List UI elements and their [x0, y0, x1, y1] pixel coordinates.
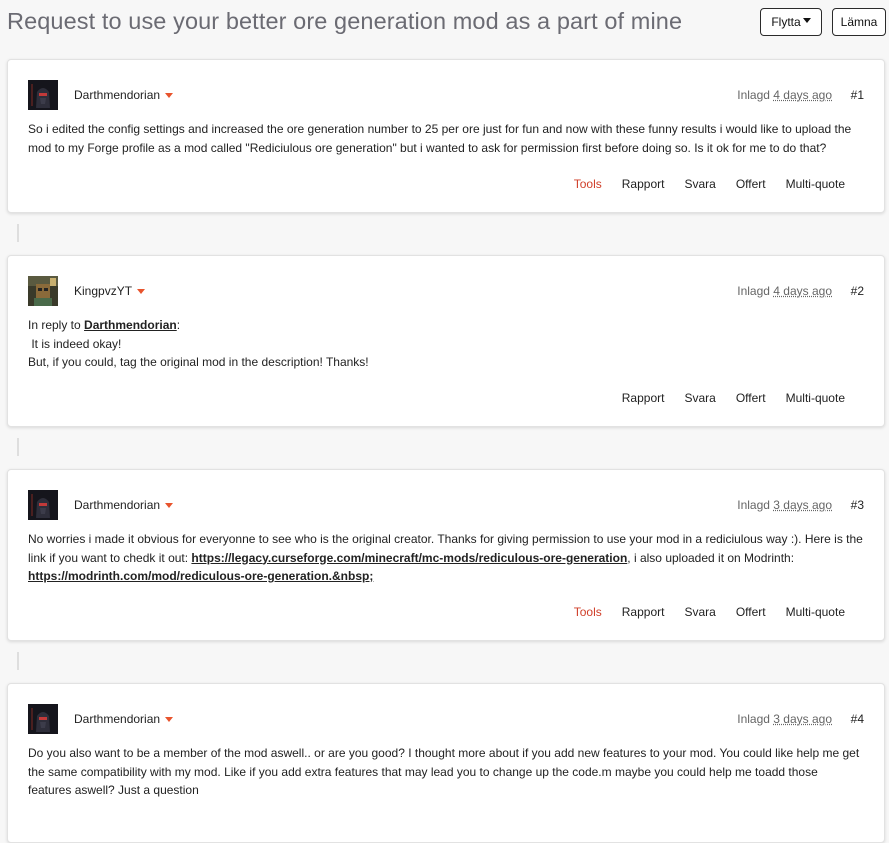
author-name[interactable]: Darthmendorian [74, 498, 174, 512]
post-actions: Tools Rapport Svara Offert Multi-quote [574, 177, 845, 191]
avatar[interactable] [28, 490, 58, 520]
move-button[interactable]: Flytta [760, 8, 822, 36]
thread-connector [17, 224, 19, 242]
leave-button-label: Lämna [840, 15, 878, 29]
report-link[interactable]: Rapport [622, 177, 665, 191]
post-date: Inlagd 4 days ago [737, 284, 832, 298]
author-name[interactable]: Darthmendorian [74, 88, 174, 102]
post-actions: Tools Rapport Svara Offert Multi-quote [574, 605, 845, 619]
author-name[interactable]: Darthmendorian [74, 712, 174, 726]
post-actions: Rapport Svara Offert Multi-quote [622, 391, 845, 405]
post-number[interactable]: #4 [851, 712, 864, 726]
body-text: , i also uploaded it on Modrinth: [627, 550, 795, 565]
posted-prefix: Inlagd [737, 284, 770, 298]
reply-reference: In reply to Darthmendorian: [28, 316, 864, 335]
move-button-label: Flytta [771, 15, 801, 29]
page-title: Request to use your better ore generatio… [7, 8, 683, 34]
report-link[interactable]: Rapport [622, 605, 665, 619]
posted-ago[interactable]: 3 days ago [773, 712, 832, 726]
avatar[interactable] [28, 704, 58, 734]
reply-link[interactable]: Svara [684, 177, 715, 191]
post-1: Darthmendorian Inlagd 4 days ago #1 So i… [7, 59, 885, 213]
reply-author-link[interactable]: Darthmendorian [84, 318, 177, 332]
tools-link[interactable]: Tools [574, 605, 602, 619]
reply-link[interactable]: Svara [684, 605, 715, 619]
author-label: KingpvzYT [74, 284, 133, 298]
post-body: So i edited the config settings and incr… [28, 122, 852, 155]
report-link[interactable]: Rapport [622, 391, 665, 405]
post-number[interactable]: #2 [851, 284, 864, 298]
reply-prefix: In reply to [28, 318, 81, 332]
quote-link[interactable]: Offert [736, 605, 766, 619]
thread-connector [17, 652, 19, 670]
post-number[interactable]: #1 [851, 88, 864, 102]
caret-down-icon[interactable] [165, 716, 174, 722]
multi-quote-link[interactable]: Multi-quote [786, 177, 845, 191]
posted-ago[interactable]: 3 days ago [773, 498, 832, 512]
body-line: But, if you could, tag the original mod … [28, 355, 369, 369]
quote-link[interactable]: Offert [736, 177, 766, 191]
multi-quote-link[interactable]: Multi-quote [786, 605, 845, 619]
posted-prefix: Inlagd [737, 498, 770, 512]
post-body: In reply to Darthmendorian: It is indeed… [28, 316, 864, 372]
reply-link[interactable]: Svara [684, 391, 715, 405]
avatar[interactable] [28, 276, 58, 306]
leave-button[interactable]: Lämna [832, 8, 886, 36]
body-line: It is indeed okay! [28, 336, 122, 351]
posted-prefix: Inlagd [737, 88, 770, 102]
post-3: Darthmendorian Inlagd 3 days ago #3 No w… [7, 469, 885, 641]
post-date: Inlagd 3 days ago [737, 498, 832, 512]
tools-link[interactable]: Tools [574, 177, 602, 191]
post-body: Do you also want to be a member of the m… [28, 746, 860, 797]
caret-down-icon[interactable] [165, 92, 174, 98]
posted-prefix: Inlagd [737, 712, 770, 726]
posted-ago[interactable]: 4 days ago [773, 88, 832, 102]
caret-down-icon[interactable] [137, 288, 146, 294]
author-name[interactable]: KingpvzYT [74, 284, 146, 298]
post-date: Inlagd 4 days ago [737, 88, 832, 102]
thread-connector [17, 438, 19, 456]
author-label: Darthmendorian [74, 88, 161, 102]
curseforge-link[interactable]: https://legacy.curseforge.com/minecraft/… [191, 551, 627, 565]
author-label: Darthmendorian [74, 712, 161, 726]
posted-ago[interactable]: 4 days ago [773, 284, 832, 298]
caret-down-icon [802, 18, 811, 23]
author-label: Darthmendorian [74, 498, 161, 512]
avatar[interactable] [28, 80, 58, 110]
multi-quote-link[interactable]: Multi-quote [786, 391, 845, 405]
modrinth-link[interactable]: https://modrinth.com/mod/rediculous-ore-… [28, 569, 373, 583]
reply-colon: : [176, 318, 181, 332]
caret-down-icon[interactable] [165, 502, 174, 508]
quote-link[interactable]: Offert [736, 391, 766, 405]
post-2: KingpvzYT Inlagd 4 days ago #2 In reply … [7, 255, 885, 427]
post-body: No worries i made it obvious for everyon… [28, 530, 864, 586]
post-date: Inlagd 3 days ago [737, 712, 832, 726]
post-number[interactable]: #3 [851, 498, 864, 512]
post-4: Darthmendorian Inlagd 3 days ago #4 Do y… [7, 683, 885, 843]
